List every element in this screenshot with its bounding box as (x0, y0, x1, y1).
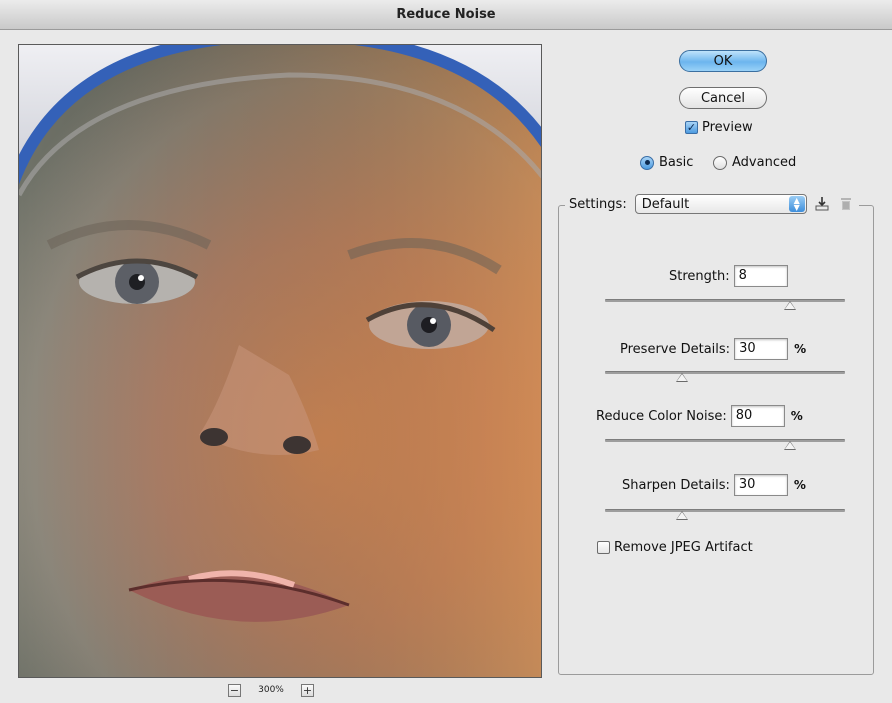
zoom-in-button[interactable]: + (301, 683, 314, 697)
preserve-details-label: Preserve Details: (620, 341, 731, 357)
mode-basic-option[interactable]: Basic (640, 155, 693, 170)
mode-advanced-option[interactable]: Advanced (713, 155, 796, 170)
sharpen-details-input[interactable]: 30 (733, 474, 788, 496)
zoom-controls: − 300% + (228, 681, 314, 699)
preserve-details-unit: % (794, 342, 807, 356)
preserve-details-input[interactable]: 30 (734, 338, 789, 360)
slider-thumb[interactable] (676, 511, 688, 520)
settings-select[interactable]: Default ▲ ▼ (634, 194, 807, 214)
remove-jpeg-artifact-checkbox[interactable] (597, 541, 610, 554)
reduce-noise-dialog: Reduce Noise − 300% + OK Cancel ✓ Previe… (0, 0, 892, 703)
remove-jpeg-artifact-label: Remove JPEG Artifact (614, 540, 753, 555)
preview-label: Preview (702, 120, 753, 135)
preserve-details-control: Preserve Details: 30 % (620, 338, 806, 360)
strength-slider[interactable] (605, 296, 845, 310)
preview-image[interactable] (18, 44, 542, 678)
slider-track (605, 299, 845, 302)
preview-photo-illustration (19, 45, 541, 677)
advanced-label: Advanced (732, 155, 797, 170)
sharpen-details-control: Sharpen Details: 30 % (622, 474, 806, 496)
strength-control: Strength: 8 (669, 265, 794, 287)
sharpen-details-slider[interactable] (605, 506, 845, 520)
preview-checkbox[interactable]: ✓ (685, 121, 698, 134)
reduce-color-noise-control: Reduce Color Noise: 80 % (596, 405, 803, 427)
strength-input[interactable]: 8 (733, 265, 788, 287)
zoom-out-button[interactable]: − (228, 683, 241, 697)
basic-radio[interactable] (640, 155, 654, 170)
preview-option[interactable]: ✓ Preview (685, 120, 753, 135)
reduce-color-noise-unit: % (790, 409, 803, 423)
trash-icon[interactable] (837, 195, 855, 213)
preserve-details-slider[interactable] (605, 368, 845, 382)
slider-track (605, 439, 845, 442)
slider-track (605, 509, 845, 512)
sharpen-details-unit: % (793, 478, 806, 492)
slider-thumb[interactable] (784, 301, 796, 310)
settings-label: Settings: (569, 196, 627, 212)
advanced-radio[interactable] (713, 155, 727, 170)
slider-track (605, 371, 845, 374)
zoom-level: 300% (258, 685, 284, 695)
settings-row: Settings: Default ▲ ▼ (565, 193, 859, 215)
reduce-color-noise-input[interactable]: 80 (730, 405, 785, 427)
remove-jpeg-artifact-option[interactable]: Remove JPEG Artifact (597, 540, 753, 555)
slider-thumb[interactable] (784, 441, 796, 450)
slider-thumb[interactable] (676, 373, 688, 382)
select-arrows-icon: ▲ ▼ (788, 196, 805, 212)
cancel-button[interactable]: Cancel (679, 87, 767, 109)
strength-label: Strength: (669, 268, 730, 284)
ok-button[interactable]: OK (679, 50, 767, 72)
basic-label: Basic (659, 155, 694, 170)
window-title: Reduce Noise (0, 0, 892, 30)
sharpen-details-label: Sharpen Details: (622, 477, 730, 493)
reduce-color-noise-slider[interactable] (605, 436, 845, 450)
reduce-color-noise-label: Reduce Color Noise: (596, 408, 727, 424)
settings-value: Default (641, 196, 690, 212)
save-settings-icon[interactable] (813, 195, 831, 213)
